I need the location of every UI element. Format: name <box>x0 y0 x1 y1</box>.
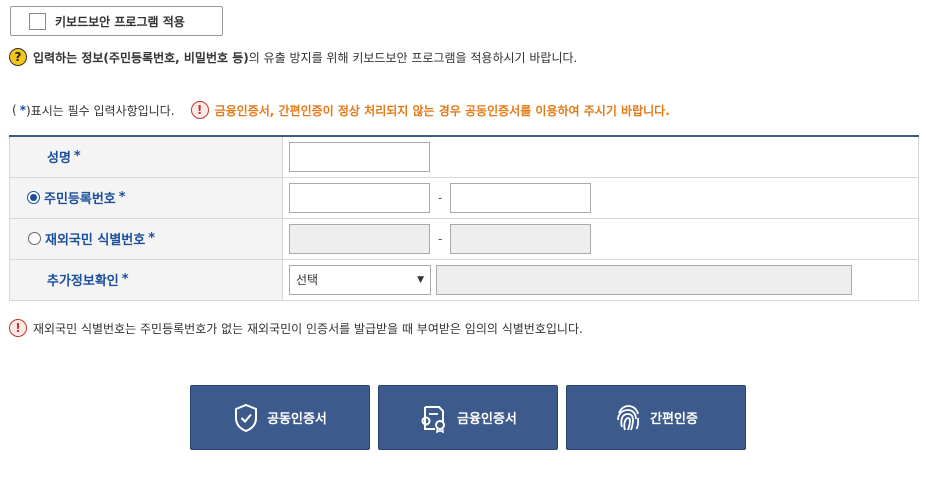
identity-form: 성명 * 주민등록번호 * - 재외국민 식별번호 * - 추가정보확인 * 선… <box>9 135 919 301</box>
simple-auth-label: 간편인증 <box>650 412 698 427</box>
extra-label: 추가정보확인 <box>47 274 119 289</box>
extra-select-value: 선택 <box>296 273 319 287</box>
foreigner-input-cell: - <box>282 218 919 260</box>
required-notice: ( * )표시는 필수 입력사항입니다. ! 금융인증서, 간편인증이 정상 처… <box>12 101 670 119</box>
resident-label: 주민등록번호 <box>44 192 116 207</box>
resident-back-input[interactable] <box>450 182 592 213</box>
resident-label-cell: 주민등록번호 * <box>9 177 283 219</box>
keyboard-security-checkbox[interactable] <box>29 12 46 30</box>
extra-select[interactable]: 선택 ▼ <box>289 264 431 295</box>
foreigner-dash: - <box>438 231 443 246</box>
financial-certificate-button[interactable]: 금융인증서 <box>378 385 558 450</box>
form-row-extra: 추가정보확인 * 선택 ▼ <box>9 259 919 301</box>
joint-certificate-button[interactable]: 공동인증서 <box>190 385 370 450</box>
required-suffix: )표시는 필수 입력사항입니다. <box>25 103 175 118</box>
fingerprint-icon <box>617 404 640 430</box>
help-notice: ? 입력하는 정보(주민등록번호, 비밀번호 등) 의 유출 방지를 위해 키보… <box>9 48 577 66</box>
resident-radio[interactable] <box>27 191 40 204</box>
foreigner-back-input[interactable] <box>450 223 592 254</box>
auth-buttons: 공동인증서 금융인증서 간편인증 <box>190 385 746 450</box>
extra-info-input[interactable] <box>436 264 852 295</box>
required-star: * <box>73 149 81 165</box>
form-row-foreigner: 재외국민 식별번호 * - <box>9 218 919 260</box>
required-prefix: ( <box>12 103 17 117</box>
financial-certificate-label: 금융인증서 <box>457 412 517 427</box>
name-label-cell: 성명 * <box>9 136 283 178</box>
name-input-cell <box>282 136 919 178</box>
question-icon: ? <box>9 48 27 66</box>
exclamation-icon: ! <box>190 101 209 119</box>
required-star: * <box>121 272 129 287</box>
form-row-name: 성명 * <box>9 136 919 178</box>
required-star: * <box>148 231 156 246</box>
name-label: 성명 <box>47 151 71 167</box>
chevron-down-icon: ▼ <box>417 274 424 285</box>
help-text: 의 유출 방지를 위해 키보드보안 프로그램을 적용하시기 바랍니다. <box>248 50 578 65</box>
joint-certificate-label: 공동인증서 <box>267 412 327 427</box>
exclamation-icon: ! <box>9 319 27 337</box>
simple-auth-button[interactable]: 간편인증 <box>566 385 746 450</box>
name-input[interactable] <box>289 141 430 172</box>
foreigner-label: 재외국민 식별번호 <box>45 233 146 248</box>
foreigner-label-cell: 재외국민 식별번호 * <box>9 218 283 260</box>
resident-input-cell: - <box>282 177 919 219</box>
note-text: 재외국민 식별번호는 주민등록번호가 없는 재외국민이 인증서를 발급받을 때 … <box>33 321 583 336</box>
resident-front-input[interactable] <box>289 182 430 213</box>
keyboard-security-toggle[interactable]: 키보드보안 프로그램 적용 <box>10 6 223 36</box>
extra-input-cell: 선택 ▼ <box>282 259 919 301</box>
keyboard-security-label: 키보드보안 프로그램 적용 <box>55 14 185 29</box>
warning-text: 금융인증서, 간편인증이 정상 처리되지 않는 경우 공동인증서를 이용하여 주… <box>214 103 670 118</box>
certificate-icon <box>421 405 446 433</box>
help-bold-text: 입력하는 정보(주민등록번호, 비밀번호 등) <box>33 50 249 65</box>
foreigner-radio[interactable] <box>28 232 41 245</box>
foreigner-id-note: ! 재외국민 식별번호는 주민등록번호가 없는 재외국민이 인증서를 발급받을 … <box>9 319 583 337</box>
extra-label-cell: 추가정보확인 * <box>9 259 283 301</box>
form-row-resident: 주민등록번호 * - <box>9 177 919 219</box>
shield-check-icon <box>235 403 258 432</box>
foreigner-front-input[interactable] <box>289 223 430 254</box>
resident-dash: - <box>438 190 443 205</box>
required-star: * <box>118 190 126 205</box>
